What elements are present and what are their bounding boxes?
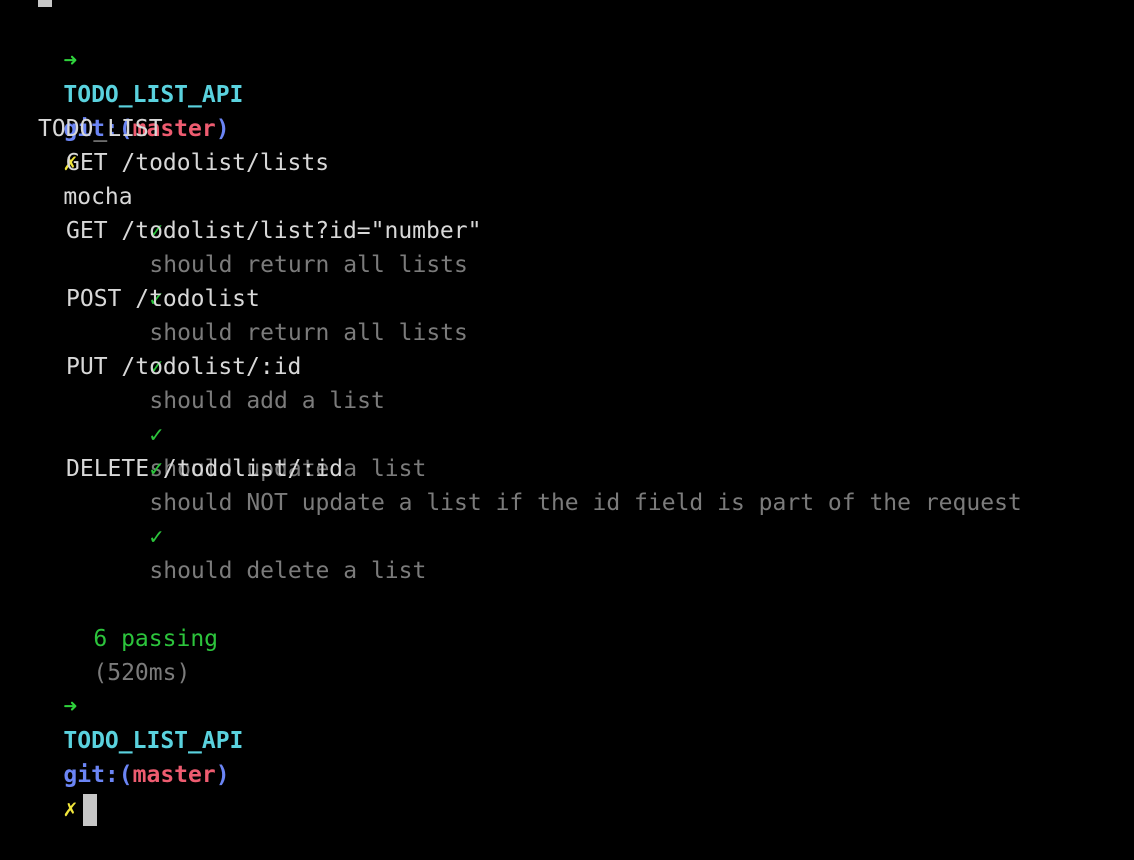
command-text: mocha bbox=[63, 184, 133, 210]
test-title: should return all lists bbox=[149, 252, 468, 278]
passing-count: 6 passing bbox=[93, 626, 219, 652]
prompt-directory: TODO_LIST_API bbox=[63, 728, 244, 754]
git-label-open: git:( bbox=[63, 762, 133, 788]
check-icon: ✓ bbox=[149, 524, 164, 550]
group-title: PUT /todolist/:id bbox=[66, 354, 302, 380]
group-title: DELETE /todolist/:id bbox=[66, 456, 343, 482]
prompt-directory: TODO_LIST_API bbox=[63, 82, 244, 108]
duration: (520ms) bbox=[93, 660, 191, 686]
test-result-row: ✓ should return all lists bbox=[8, 180, 1128, 278]
check-icon: ✓ bbox=[149, 422, 164, 448]
prompt-arrow-icon: ➜ bbox=[63, 694, 78, 720]
group-title: POST /todolist bbox=[66, 286, 260, 312]
group-title: GET /todolist/list?id="number" bbox=[66, 218, 482, 244]
test-title: should NOT update a list if the id field… bbox=[149, 490, 1022, 516]
dirty-mark-icon: ✗ bbox=[63, 796, 78, 822]
test-title: should return all lists bbox=[149, 320, 468, 346]
test-result-row: ✓ should NOT update a list if the id fie… bbox=[8, 418, 1128, 516]
git-branch: master bbox=[132, 762, 216, 788]
group-title: GET /todolist/lists bbox=[66, 150, 330, 176]
git-label-close: ) bbox=[215, 762, 230, 788]
test-title: should add a list bbox=[149, 388, 385, 414]
prompt-line-command: ➜ TODO_LIST_API git:(master) ✗ mocha bbox=[8, 10, 1128, 210]
git-label-close: ) bbox=[215, 116, 230, 142]
prompt-arrow-icon: ➜ bbox=[63, 48, 78, 74]
previous-cursor-remnant bbox=[38, 0, 52, 7]
text-cursor[interactable] bbox=[83, 793, 98, 826]
terminal-window[interactable]: ➜ TODO_LIST_API git:(master) ✗ mocha TOD… bbox=[8, 10, 1128, 826]
summary-line: 6 passing (520ms) bbox=[8, 588, 1128, 686]
test-title: should delete a list bbox=[149, 558, 427, 584]
